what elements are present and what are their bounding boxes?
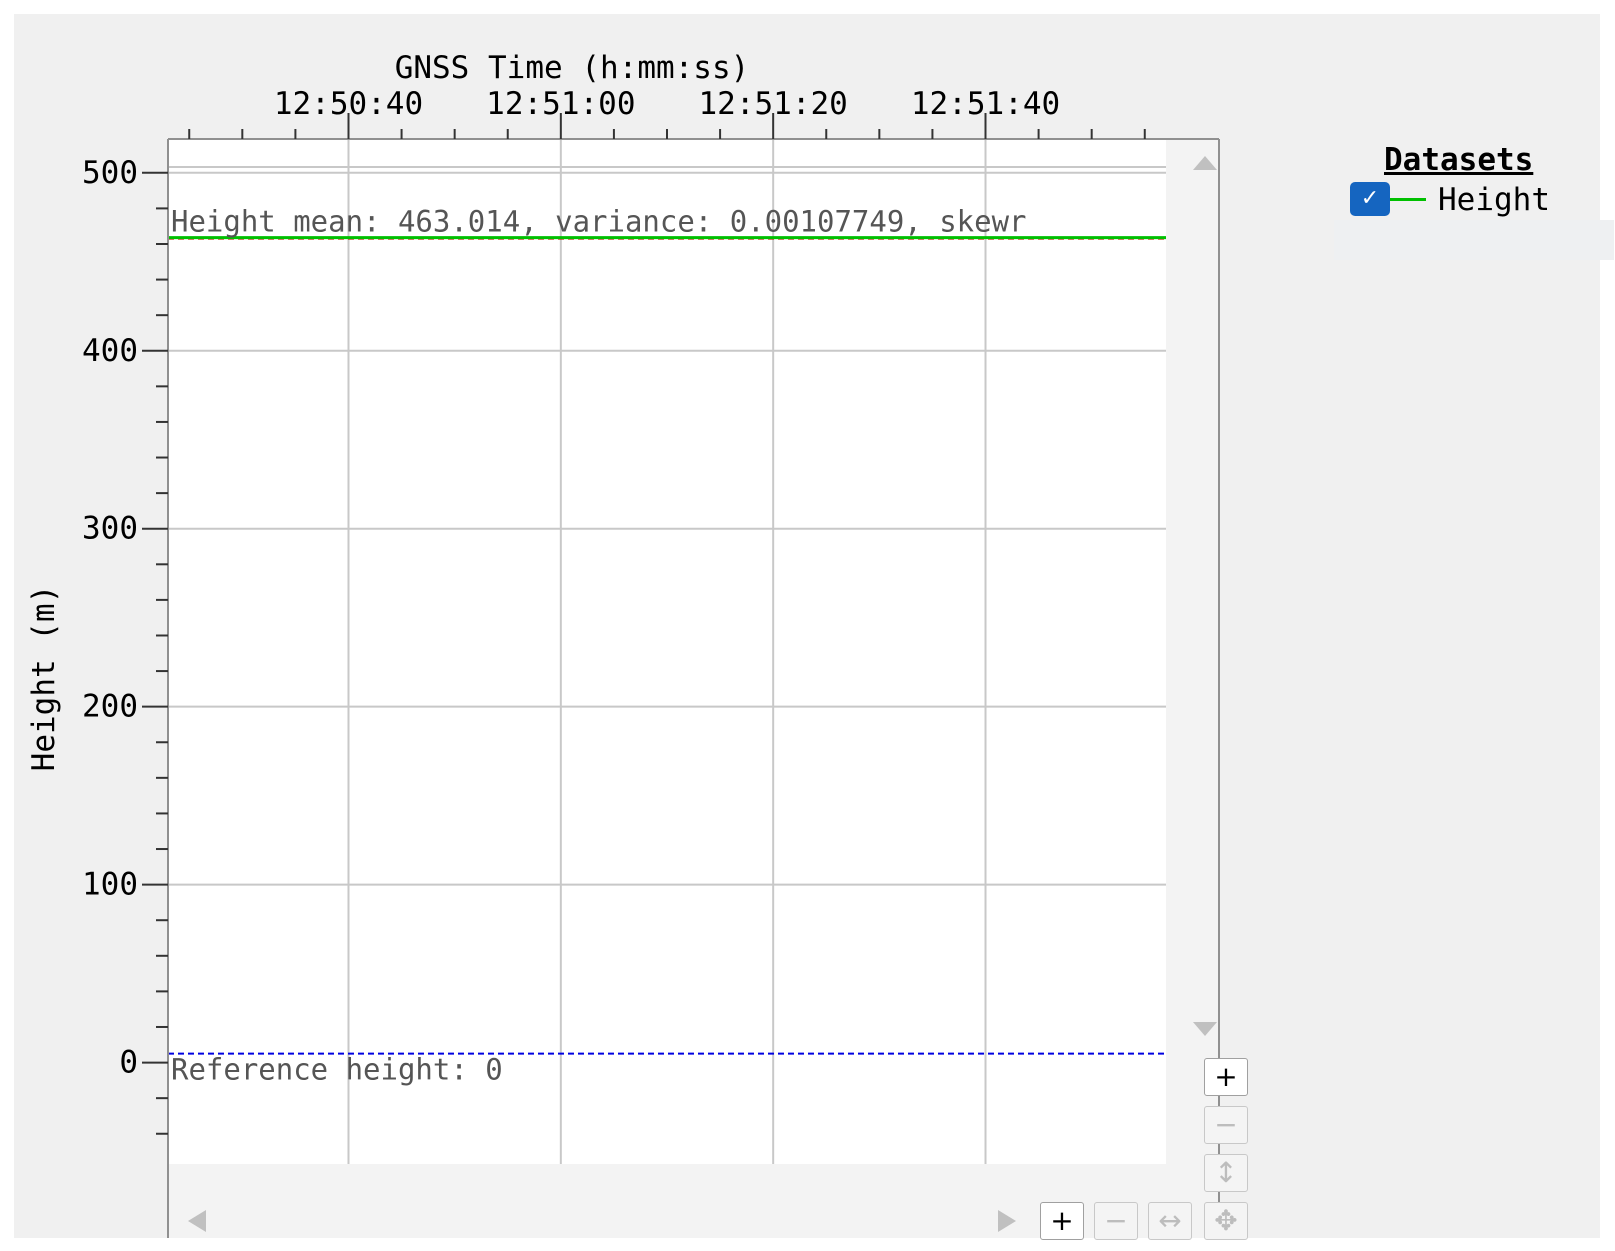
pan-vertical-button[interactable]: ↕ (1204, 1154, 1248, 1192)
legend-checkbox[interactable]: ✓ (1350, 182, 1390, 216)
x-tick-label: 12:51:00 (486, 86, 635, 122)
x-axis-label: GNSS Time (h:mm:ss) (395, 50, 750, 86)
chart-panel: 0 100 200 300 400 500 12:50:40 12:51:00 12:51:20… (14, 14, 1614, 1238)
x-tick-label: 12:51:40 (911, 86, 1060, 122)
reference-label: Reference height: 0 (171, 1053, 503, 1087)
scroll-up-icon[interactable] (1193, 156, 1217, 170)
y-tick-label: 300 (82, 511, 138, 547)
y-tick-label: 100 (82, 867, 138, 903)
scroll-right-icon[interactable] (998, 1210, 1016, 1232)
pan-horizontal-button[interactable]: ↔ (1148, 1202, 1192, 1240)
reference-label: Height mean: 463.014, variance: 0.001077… (171, 205, 1027, 239)
scroll-down-icon[interactable] (1193, 1022, 1217, 1036)
y-tick-label: 500 (82, 155, 138, 191)
zoom-out-horizontal-button[interactable]: − (1094, 1202, 1138, 1240)
y-tick-label: 200 (82, 689, 138, 725)
legend-item-label: Height (1438, 182, 1550, 218)
legend-background (1334, 220, 1614, 260)
zoom-in-vertical-button[interactable]: + (1204, 1058, 1248, 1096)
legend-line-swatch (1390, 198, 1426, 201)
zoom-in-horizontal-button[interactable]: + (1040, 1202, 1084, 1240)
zoom-out-vertical-button[interactable]: − (1204, 1106, 1248, 1144)
x-tick-label: 12:51:20 (699, 86, 848, 122)
y-tick-label: 0 (119, 1045, 138, 1081)
y-tick-label: 400 (82, 333, 138, 369)
y-axis-label: Height (m) (26, 585, 62, 772)
legend-title: Datasets (1384, 142, 1534, 178)
pan-all-button[interactable]: ✥ (1204, 1202, 1248, 1240)
checkmark-icon: ✓ (1360, 186, 1380, 211)
vertical-scrollbar (1166, 139, 1219, 1164)
legend: Datasets ✓ Height (1334, 142, 1614, 260)
scroll-left-icon[interactable] (188, 1210, 206, 1232)
x-tick-label: 12:50:40 (274, 86, 423, 122)
